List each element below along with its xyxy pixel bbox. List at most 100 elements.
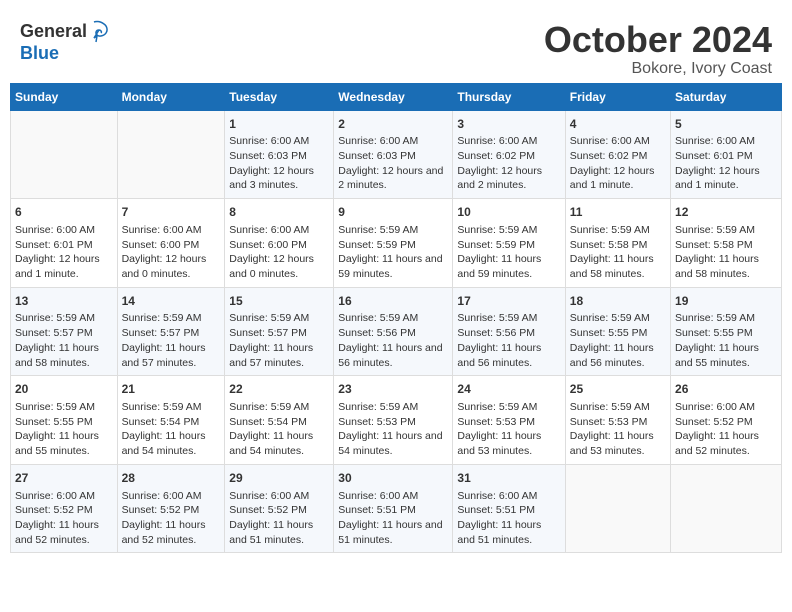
calendar-cell: 21Sunrise: 5:59 AM Sunset: 5:54 PM Dayli… xyxy=(117,376,225,465)
day-info: Sunrise: 6:00 AM Sunset: 5:52 PM Dayligh… xyxy=(15,489,113,548)
day-info: Sunrise: 5:59 AM Sunset: 5:54 PM Dayligh… xyxy=(229,400,329,459)
header-day-saturday: Saturday xyxy=(671,83,782,110)
calendar-cell xyxy=(671,464,782,553)
day-info: Sunrise: 6:00 AM Sunset: 6:00 PM Dayligh… xyxy=(122,223,221,282)
week-row-3: 13Sunrise: 5:59 AM Sunset: 5:57 PM Dayli… xyxy=(11,287,782,376)
day-number: 3 xyxy=(457,116,560,133)
day-number: 12 xyxy=(675,204,777,221)
calendar-cell: 19Sunrise: 5:59 AM Sunset: 5:55 PM Dayli… xyxy=(671,287,782,376)
calendar-cell xyxy=(117,110,225,199)
day-info: Sunrise: 6:00 AM Sunset: 5:51 PM Dayligh… xyxy=(338,489,448,548)
day-number: 11 xyxy=(570,204,666,221)
day-number: 7 xyxy=(122,204,221,221)
day-info: Sunrise: 6:00 AM Sunset: 6:00 PM Dayligh… xyxy=(229,223,329,282)
logo-general: General xyxy=(20,22,87,42)
day-number: 19 xyxy=(675,293,777,310)
header-day-friday: Friday xyxy=(565,83,670,110)
day-info: Sunrise: 6:00 AM Sunset: 6:01 PM Dayligh… xyxy=(15,223,113,282)
header-day-tuesday: Tuesday xyxy=(225,83,334,110)
day-number: 5 xyxy=(675,116,777,133)
day-number: 28 xyxy=(122,470,221,487)
calendar-cell: 30Sunrise: 6:00 AM Sunset: 5:51 PM Dayli… xyxy=(334,464,453,553)
day-info: Sunrise: 5:59 AM Sunset: 5:58 PM Dayligh… xyxy=(570,223,666,282)
day-info: Sunrise: 6:00 AM Sunset: 5:52 PM Dayligh… xyxy=(122,489,221,548)
calendar-cell: 18Sunrise: 5:59 AM Sunset: 5:55 PM Dayli… xyxy=(565,287,670,376)
day-info: Sunrise: 5:59 AM Sunset: 5:54 PM Dayligh… xyxy=(122,400,221,459)
day-info: Sunrise: 5:59 AM Sunset: 5:53 PM Dayligh… xyxy=(570,400,666,459)
calendar-cell: 7 Sunrise: 6:00 AM Sunset: 6:00 PM Daylig… xyxy=(117,199,225,288)
calendar-cell: 17Sunrise: 5:59 AM Sunset: 5:56 PM Dayli… xyxy=(453,287,565,376)
day-info: Sunrise: 6:00 AM Sunset: 6:01 PM Dayligh… xyxy=(675,134,777,193)
day-number: 9 xyxy=(338,204,448,221)
day-info: Sunrise: 5:59 AM Sunset: 5:59 PM Dayligh… xyxy=(338,223,448,282)
calendar-cell: 11 Sunrise: 5:59 AM Sunset: 5:58 PM Dayli… xyxy=(565,199,670,288)
day-number: 2 xyxy=(338,116,448,133)
calendar-cell: 6 Sunrise: 6:00 AM Sunset: 6:01 PM Daylig… xyxy=(11,199,118,288)
calendar-cell xyxy=(565,464,670,553)
week-row-1: 1Sunrise: 6:00 AM Sunset: 6:03 PM Daylig… xyxy=(11,110,782,199)
page-header: General Blue October 2024 Bokore, Ivory … xyxy=(10,10,782,83)
day-number: 25 xyxy=(570,381,666,398)
calendar-cell: 10Sunrise: 5:59 AM Sunset: 5:59 PM Dayli… xyxy=(453,199,565,288)
calendar-cell xyxy=(11,110,118,199)
day-number: 17 xyxy=(457,293,560,310)
calendar-cell: 22 Sunrise: 5:59 AM Sunset: 5:54 PM Dayli… xyxy=(225,376,334,465)
calendar-cell: 29 Sunrise: 6:00 AM Sunset: 5:52 PM Dayli… xyxy=(225,464,334,553)
day-info: Sunrise: 5:59 AM Sunset: 5:58 PM Dayligh… xyxy=(675,223,777,282)
day-info: Sunrise: 5:59 AM Sunset: 5:53 PM Dayligh… xyxy=(457,400,560,459)
header-day-wednesday: Wednesday xyxy=(334,83,453,110)
calendar-cell: 14Sunrise: 5:59 AM Sunset: 5:57 PM Dayli… xyxy=(117,287,225,376)
day-number: 18 xyxy=(570,293,666,310)
day-number: 4 xyxy=(570,116,666,133)
week-row-4: 20 Sunrise: 5:59 AM Sunset: 5:55 PM Dayli… xyxy=(11,376,782,465)
day-info: Sunrise: 6:00 AM Sunset: 6:02 PM Dayligh… xyxy=(457,134,560,193)
logo: General Blue xyxy=(20,20,109,64)
calendar-cell: 27 Sunrise: 6:00 AM Sunset: 5:52 PM Dayli… xyxy=(11,464,118,553)
day-number: 23 xyxy=(338,381,448,398)
day-info: Sunrise: 5:59 AM Sunset: 5:55 PM Dayligh… xyxy=(15,400,113,459)
logo-bird-icon xyxy=(89,20,109,44)
calendar-cell: 4Sunrise: 6:00 AM Sunset: 6:02 PM Daylig… xyxy=(565,110,670,199)
calendar-cell: 31 Sunrise: 6:00 AM Sunset: 5:51 PM Dayli… xyxy=(453,464,565,553)
day-info: Sunrise: 5:59 AM Sunset: 5:53 PM Dayligh… xyxy=(338,400,448,459)
header-day-sunday: Sunday xyxy=(11,83,118,110)
day-number: 20 xyxy=(15,381,113,398)
day-info: Sunrise: 5:59 AM Sunset: 5:56 PM Dayligh… xyxy=(457,311,560,370)
day-number: 29 xyxy=(229,470,329,487)
day-number: 14 xyxy=(122,293,221,310)
calendar-cell: 25 Sunrise: 5:59 AM Sunset: 5:53 PM Dayli… xyxy=(565,376,670,465)
calendar-cell: 12 Sunrise: 5:59 AM Sunset: 5:58 PM Dayli… xyxy=(671,199,782,288)
week-row-2: 6 Sunrise: 6:00 AM Sunset: 6:01 PM Daylig… xyxy=(11,199,782,288)
day-number: 27 xyxy=(15,470,113,487)
day-number: 22 xyxy=(229,381,329,398)
title-block: October 2024 Bokore, Ivory Coast xyxy=(544,20,772,78)
day-info: Sunrise: 6:00 AM Sunset: 5:51 PM Dayligh… xyxy=(457,489,560,548)
day-number: 31 xyxy=(457,470,560,487)
header-row: SundayMondayTuesdayWednesdayThursdayFrid… xyxy=(11,83,782,110)
calendar-cell: 16Sunrise: 5:59 AM Sunset: 5:56 PM Dayli… xyxy=(334,287,453,376)
day-number: 24 xyxy=(457,381,560,398)
day-number: 6 xyxy=(15,204,113,221)
logo-blue: Blue xyxy=(20,43,59,63)
calendar-cell: 5Sunrise: 6:00 AM Sunset: 6:01 PM Daylig… xyxy=(671,110,782,199)
day-info: Sunrise: 6:00 AM Sunset: 6:03 PM Dayligh… xyxy=(338,134,448,193)
day-info: Sunrise: 5:59 AM Sunset: 5:57 PM Dayligh… xyxy=(229,311,329,370)
calendar-body: 1Sunrise: 6:00 AM Sunset: 6:03 PM Daylig… xyxy=(11,110,782,553)
day-info: Sunrise: 5:59 AM Sunset: 5:57 PM Dayligh… xyxy=(15,311,113,370)
calendar-header: SundayMondayTuesdayWednesdayThursdayFrid… xyxy=(11,83,782,110)
day-info: Sunrise: 5:59 AM Sunset: 5:59 PM Dayligh… xyxy=(457,223,560,282)
day-info: Sunrise: 6:00 AM Sunset: 5:52 PM Dayligh… xyxy=(229,489,329,548)
week-row-5: 27 Sunrise: 6:00 AM Sunset: 5:52 PM Dayli… xyxy=(11,464,782,553)
location-title: Bokore, Ivory Coast xyxy=(544,60,772,78)
month-title: October 2024 xyxy=(544,20,772,60)
day-number: 16 xyxy=(338,293,448,310)
calendar-table: SundayMondayTuesdayWednesdayThursdayFrid… xyxy=(10,83,782,554)
day-number: 15 xyxy=(229,293,329,310)
calendar-cell: 8Sunrise: 6:00 AM Sunset: 6:00 PM Daylig… xyxy=(225,199,334,288)
day-info: Sunrise: 5:59 AM Sunset: 5:57 PM Dayligh… xyxy=(122,311,221,370)
calendar-cell: 15Sunrise: 5:59 AM Sunset: 5:57 PM Dayli… xyxy=(225,287,334,376)
header-day-monday: Monday xyxy=(117,83,225,110)
day-info: Sunrise: 6:00 AM Sunset: 5:52 PM Dayligh… xyxy=(675,400,777,459)
calendar-cell: 26Sunrise: 6:00 AM Sunset: 5:52 PM Dayli… xyxy=(671,376,782,465)
calendar-cell: 13Sunrise: 5:59 AM Sunset: 5:57 PM Dayli… xyxy=(11,287,118,376)
